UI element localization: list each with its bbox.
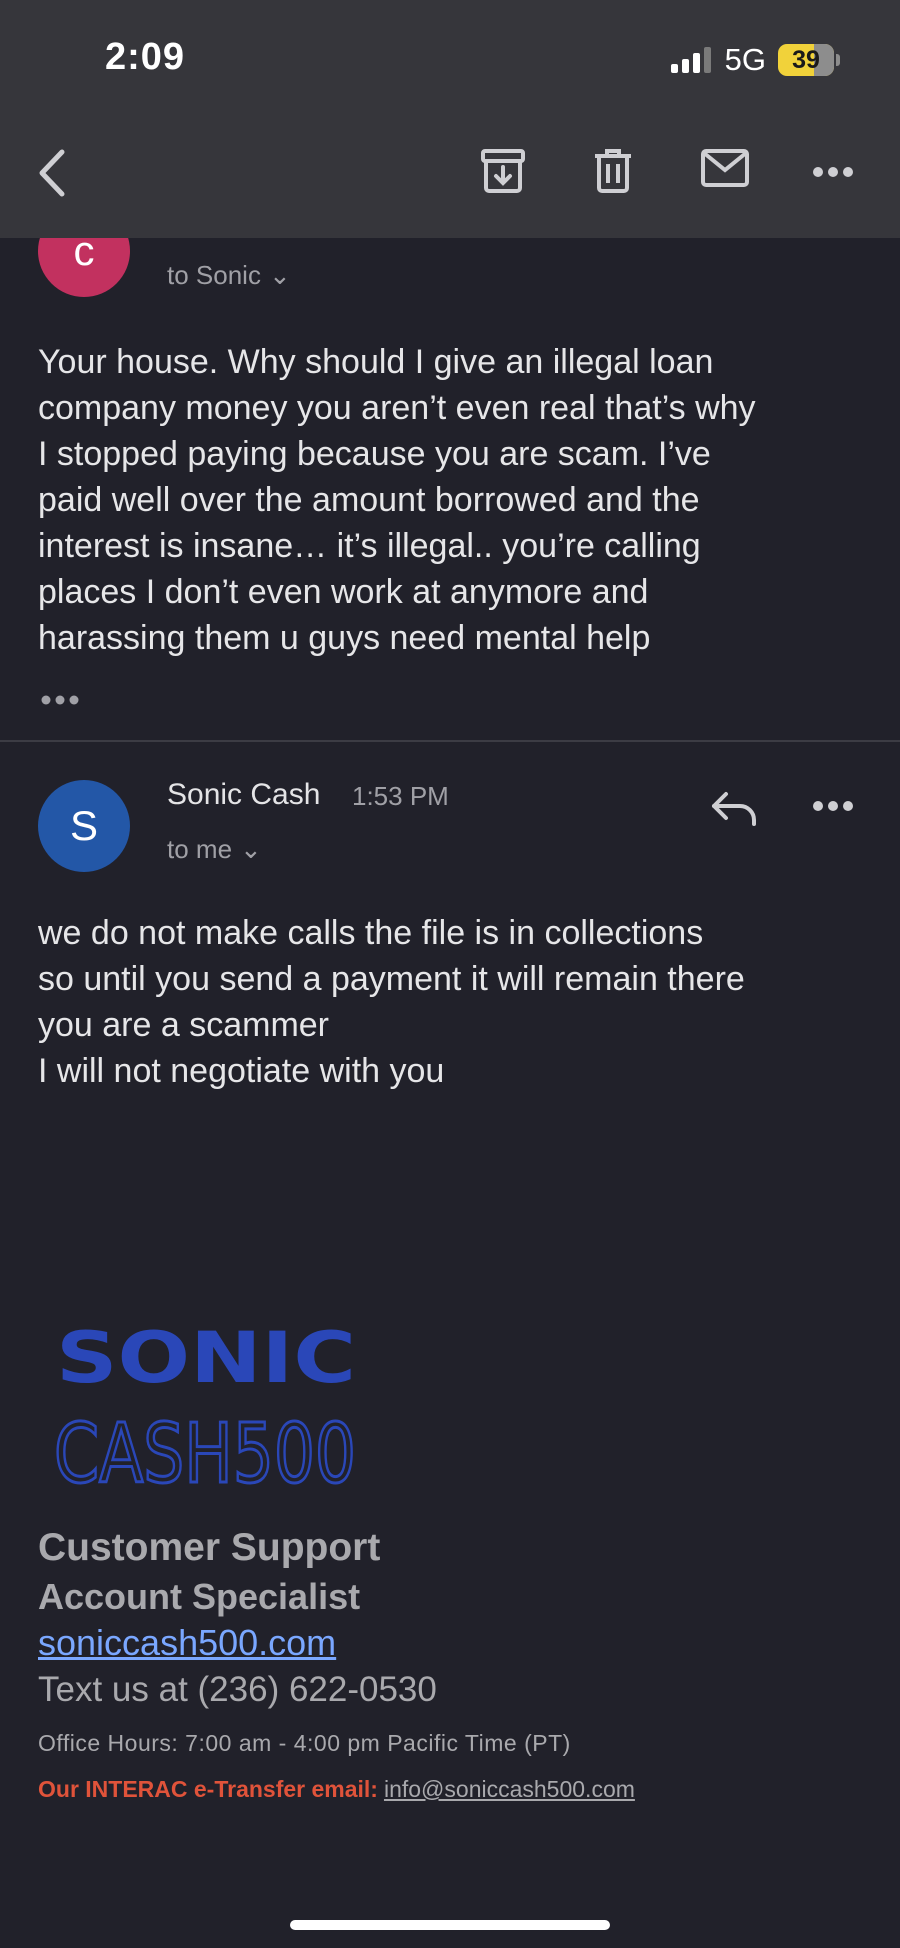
signal-icon: [670, 47, 711, 73]
chevron-down-icon: ⌄: [268, 260, 291, 290]
interac-label: Our INTERAC e-Transfer email:: [38, 1776, 378, 1802]
status-time: 2:09: [105, 36, 186, 78]
interac-line: Our INTERAC e-Transfer email: info@sonicc…: [38, 1776, 635, 1803]
message-divider: [0, 740, 900, 742]
chevron-left-icon[interactable]: [34, 148, 74, 198]
battery-tip: [836, 54, 840, 66]
show-trimmed-content-icon[interactable]: [40, 690, 82, 710]
interac-email-link[interactable]: info@soniccash500.com: [384, 1776, 635, 1802]
recipient-label: to Sonic: [167, 260, 261, 290]
phone-text: Text us at (236) 622-0530: [38, 1670, 437, 1709]
battery-level: 39: [792, 46, 820, 74]
message-body: Your house. Why should I give an illegal…: [38, 343, 756, 657]
message-time: 1:53 PM: [352, 781, 449, 811]
signature-subtitle: Account Specialist: [38, 1576, 361, 1617]
chevron-down-icon: ⌄: [240, 834, 262, 864]
recipient-line[interactable]: to Sonic ⌄: [167, 260, 291, 291]
message-body: we do not make calls the file is in coll…: [38, 914, 745, 1090]
office-hours: Office Hours: 7:00 am - 4:00 pm Pacific …: [38, 1730, 571, 1756]
recipient-line[interactable]: to me ⌄: [167, 834, 262, 865]
signature-title: Customer Support: [38, 1526, 381, 1569]
battery-icon: 39: [778, 44, 834, 76]
home-indicator[interactable]: [290, 1920, 610, 1930]
more-horizontal-icon[interactable]: [812, 800, 854, 812]
top-bar: 2:09 5G 39: [0, 0, 900, 238]
mail-icon[interactable]: [700, 148, 750, 188]
logo-line1: SONIC: [56, 1322, 356, 1399]
network-label: 5G: [724, 42, 766, 77]
website-link[interactable]: soniccash500.com: [38, 1622, 336, 1664]
trash-icon[interactable]: [592, 148, 634, 194]
logo-line2: CASH500: [54, 1407, 356, 1502]
company-logo: SONIC CASH500: [54, 1322, 358, 1502]
more-horizontal-icon[interactable]: [812, 166, 854, 178]
recipient-label: to me: [167, 834, 233, 864]
archive-icon[interactable]: [480, 148, 526, 194]
avatar: S: [38, 780, 130, 872]
status-indicators: 5G 39: [670, 42, 840, 78]
avatar-letter: S: [69, 802, 98, 849]
sender-name[interactable]: Sonic Cash: [167, 778, 320, 812]
reply-icon[interactable]: [710, 790, 758, 826]
